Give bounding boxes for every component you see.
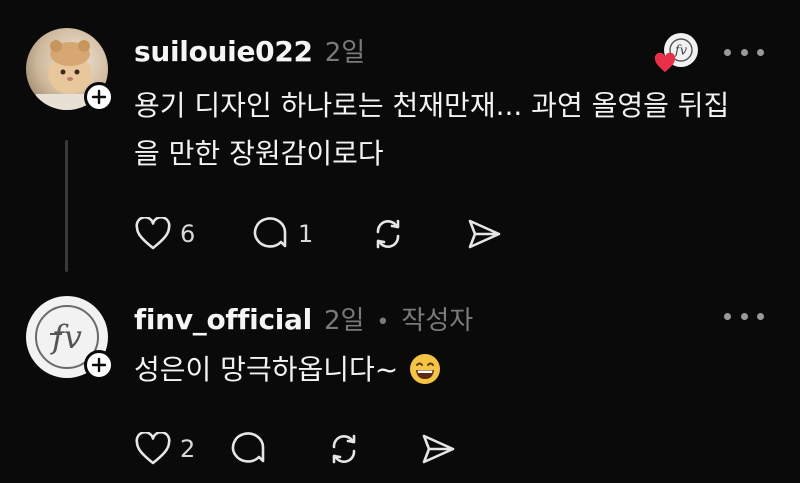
reply-post: fv finv_official 2일 • 작성자 성은이 망극하옵니다~ 2 bbox=[0, 280, 800, 483]
heart-icon bbox=[135, 432, 171, 465]
username[interactable]: finv_official bbox=[134, 303, 312, 336]
post-text-container: 성은이 망극하옵니다~ bbox=[134, 346, 744, 394]
share-button[interactable] bbox=[466, 212, 526, 256]
post-header: finv_official 2일 • 작성자 bbox=[134, 300, 473, 337]
more-options-button[interactable] bbox=[724, 42, 764, 62]
repost-icon bbox=[332, 434, 356, 464]
grinning-emoji-icon bbox=[410, 354, 441, 384]
follow-plus-button[interactable] bbox=[84, 82, 114, 112]
author-liked-indicator: fv bbox=[654, 33, 700, 73]
action-bar: 6 1 bbox=[134, 212, 526, 256]
svg-text:fv: fv bbox=[50, 318, 82, 356]
separator-dot: • bbox=[376, 310, 390, 335]
comment-icon bbox=[231, 432, 265, 463]
post-header: suilouie022 2일 bbox=[134, 32, 365, 69]
plus-icon bbox=[91, 357, 107, 373]
reply-post: suilouie022 2일 fv 용기 디자인 하나로는 천재만재... 과연… bbox=[0, 0, 800, 280]
send-icon bbox=[468, 219, 501, 249]
repost-button[interactable] bbox=[326, 427, 420, 471]
timestamp: 2일 bbox=[324, 38, 366, 68]
comment-icon bbox=[253, 217, 287, 248]
heart-icon bbox=[654, 53, 676, 73]
send-icon bbox=[422, 434, 455, 464]
action-bar: 2 bbox=[134, 427, 480, 471]
repost-button[interactable] bbox=[370, 212, 466, 256]
like-button[interactable]: 2 bbox=[134, 427, 230, 471]
reply-count: 1 bbox=[298, 220, 314, 248]
heart-icon bbox=[135, 217, 171, 250]
follow-plus-button[interactable] bbox=[84, 350, 114, 380]
post-text: 용기 디자인 하나로는 천재만재... 과연 올영을 뒤집을 만한 장원감이로다 bbox=[134, 89, 730, 170]
plus-icon bbox=[91, 89, 107, 105]
like-count: 6 bbox=[180, 220, 196, 248]
share-button[interactable] bbox=[420, 427, 480, 471]
avatar-container[interactable]: fv bbox=[26, 296, 114, 380]
author-tag: 작성자 bbox=[401, 306, 474, 336]
thread-line bbox=[65, 140, 68, 272]
like-count: 2 bbox=[180, 435, 196, 463]
more-options-button[interactable] bbox=[724, 306, 764, 326]
reply-button[interactable] bbox=[230, 427, 326, 471]
reply-button[interactable]: 1 bbox=[252, 212, 370, 256]
timestamp: 2일 bbox=[323, 306, 365, 336]
post-text: 성은이 망극하옵니다~ bbox=[134, 353, 399, 386]
avatar-container[interactable] bbox=[26, 28, 114, 112]
like-button[interactable]: 6 bbox=[134, 212, 252, 256]
username[interactable]: suilouie022 bbox=[134, 35, 313, 68]
repost-icon bbox=[376, 219, 400, 249]
